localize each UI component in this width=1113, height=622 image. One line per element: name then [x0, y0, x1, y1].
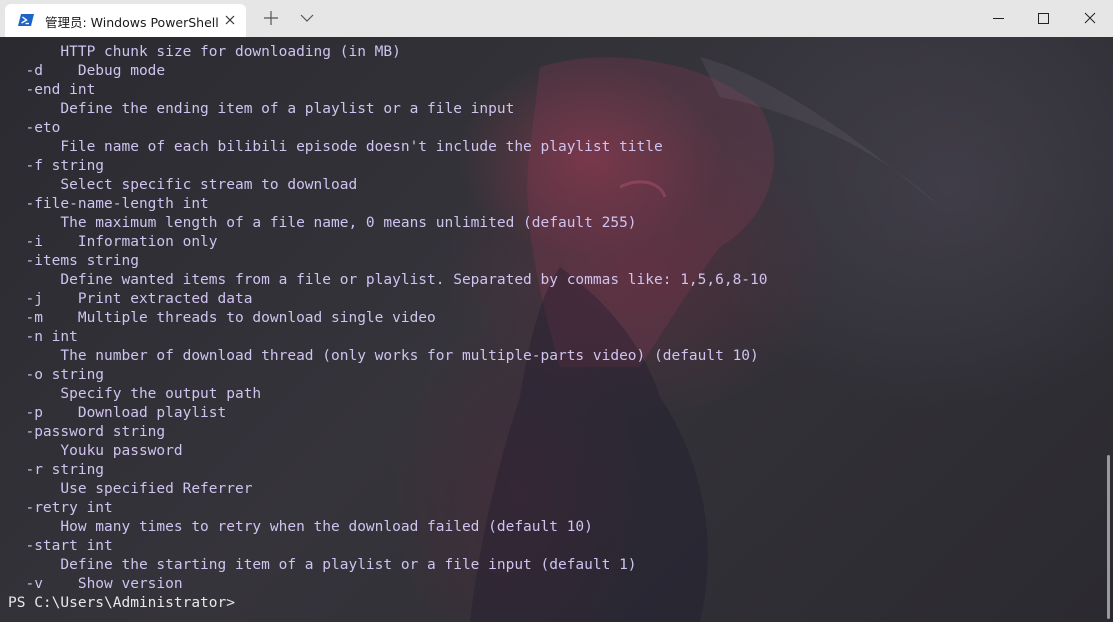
console-line: -file-name-length int: [8, 196, 209, 212]
console-line: Select specific stream to download: [8, 177, 358, 193]
tab-powershell[interactable]: 管理员: Windows PowerShell: [5, 4, 246, 37]
console-line: Youku password: [8, 443, 183, 459]
console-line: -eto: [8, 120, 61, 136]
console-line: -m Multiple threads to download single v…: [8, 310, 436, 326]
minimize-button[interactable]: [976, 0, 1022, 37]
console-line: Define the ending item of a playlist or …: [8, 101, 515, 117]
powershell-icon: [18, 14, 34, 26]
console-line: -retry int: [8, 500, 113, 516]
close-icon: [225, 15, 235, 25]
command-prompt[interactable]: PS C:\Users\Administrator>: [8, 594, 768, 613]
terminal-window: 管理员: Windows PowerShell HTTP chunk size …: [0, 0, 1113, 622]
console-line: -d Debug mode: [8, 63, 166, 79]
tab-dropdown-button[interactable]: [297, 8, 317, 28]
close-icon: [1084, 12, 1096, 24]
console-line: -f string: [8, 158, 105, 174]
console-line: -p Download playlist: [8, 405, 227, 421]
console-line: The number of download thread (only work…: [8, 348, 759, 364]
tab-close-button[interactable]: [221, 11, 239, 29]
console-line: How many times to retry when the downloa…: [8, 519, 593, 535]
console-line: Define the starting item of a playlist o…: [8, 557, 637, 573]
console-line: -n int: [8, 329, 78, 345]
maximize-button[interactable]: [1021, 0, 1067, 37]
console-line: -end int: [8, 82, 96, 98]
console-line: Define wanted items from a file or playl…: [8, 272, 768, 288]
console-line: The maximum length of a file name, 0 mea…: [8, 215, 637, 231]
console-text: HTTP chunk size for downloading (in MB) …: [8, 43, 768, 613]
terminal-output[interactable]: HTTP chunk size for downloading (in MB) …: [0, 37, 1113, 622]
console-line: File name of each bilibili episode doesn…: [8, 139, 663, 155]
console-line: -password string: [8, 424, 166, 440]
scrollbar-thumb[interactable]: [1107, 455, 1110, 619]
console-line: -start int: [8, 538, 113, 554]
console-line: -i Information only: [8, 234, 218, 250]
maximize-icon: [1038, 13, 1049, 24]
console-line: HTTP chunk size for downloading (in MB): [8, 44, 401, 60]
console-line: Use specified Referrer: [8, 481, 253, 497]
close-button[interactable]: [1067, 0, 1113, 37]
console-line: -o string: [8, 367, 105, 383]
console-line: Specify the output path: [8, 386, 262, 402]
console-line: -v Show version: [8, 576, 183, 592]
plus-icon: [264, 11, 278, 25]
tab-title: 管理员: Windows PowerShell: [45, 15, 219, 30]
title-bar[interactable]: 管理员: Windows PowerShell: [0, 0, 1113, 37]
console-line: -r string: [8, 462, 105, 478]
console-line: -items string: [8, 253, 139, 269]
new-tab-button[interactable]: [261, 8, 281, 28]
console-line: -j Print extracted data: [8, 291, 253, 307]
chevron-down-icon: [300, 14, 314, 22]
minimize-icon: [993, 18, 1004, 19]
